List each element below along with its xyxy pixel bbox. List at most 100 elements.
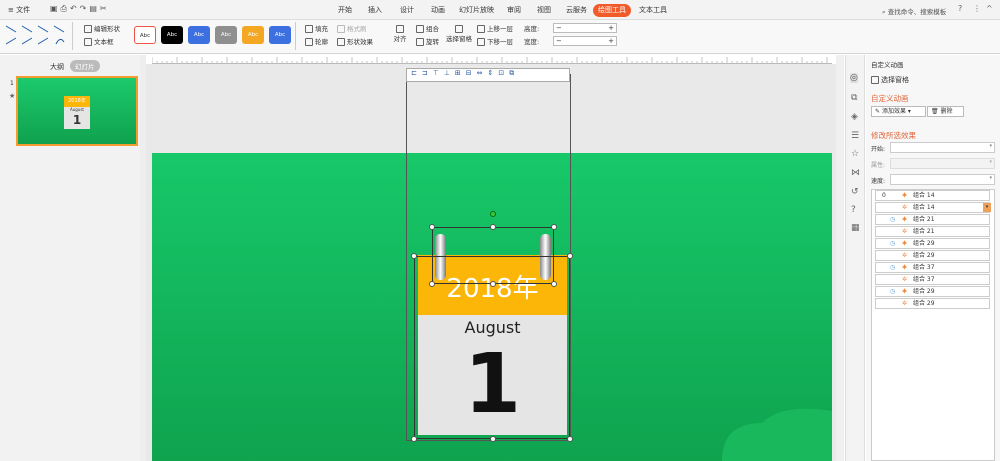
speed-select[interactable]: ▾ — [890, 174, 995, 185]
list-item[interactable]: ✲ 组合 14 ▾ — [875, 202, 991, 213]
shape-effect-label: 形状效果 — [347, 38, 373, 46]
adjust-icon[interactable]: ☰ — [851, 131, 859, 141]
start-label: 开始: — [871, 146, 886, 153]
fill-button[interactable]: 填充 — [305, 24, 328, 34]
style-preset-blue[interactable]: Abc — [188, 26, 210, 44]
file-menu[interactable]: ≡ 文件 — [8, 5, 30, 15]
tab-home[interactable]: 开始 — [333, 4, 357, 17]
tab-text-tools[interactable]: 文本工具 — [634, 4, 672, 17]
style-preset-white[interactable]: Abc — [134, 26, 156, 44]
resize-handle-ml[interactable] — [411, 253, 417, 259]
style-preset-blue-2[interactable]: Abc — [269, 26, 291, 44]
resize-handle-mr[interactable] — [567, 253, 573, 259]
rotate-handle[interactable] — [490, 211, 496, 217]
list-item[interactable]: 0 ✱ 组合 14 — [875, 190, 990, 201]
resize-handle-bottom-right[interactable] — [567, 436, 573, 442]
anim-name: 组合 37 — [913, 276, 935, 283]
list-item[interactable]: ◷ ✱ 组合 29 — [875, 286, 990, 297]
shapes-icon[interactable]: ◈ — [851, 112, 858, 122]
send-backward-button[interactable]: 下移一层 — [477, 37, 513, 47]
list-item[interactable]: ◷ ✱ 组合 37 — [875, 262, 990, 273]
width-label: 宽度: — [524, 38, 540, 46]
style-scroll[interactable] — [295, 22, 301, 50]
list-item[interactable]: ✲ 组合 21 — [875, 226, 990, 237]
height-input[interactable]: − + — [553, 23, 617, 33]
delete-effect-button[interactable]: 🗑 删除 — [927, 106, 964, 117]
resize-handle-bottom-center[interactable] — [490, 436, 496, 442]
tab-insert[interactable]: 插入 — [363, 4, 387, 17]
resize-handle-bc[interactable] — [490, 281, 496, 287]
add-effect-button[interactable]: ✎ 添加效果 ▾ — [871, 106, 926, 117]
delete-effect-label: 删除 — [940, 108, 953, 115]
style-preset-orange[interactable]: Abc — [242, 26, 264, 44]
resize-handle-tc[interactable] — [490, 224, 496, 230]
list-item[interactable]: ◷ ✱ 组合 29 — [875, 238, 990, 249]
tab-slideshow[interactable]: 幻灯片放映 — [454, 4, 499, 17]
copy-icon[interactable]: ⧉ — [851, 93, 857, 103]
collapse-icon[interactable]: ^ — [986, 4, 993, 13]
help-icon[interactable]: ? — [958, 4, 962, 13]
tab-review[interactable]: 审阅 — [502, 4, 526, 17]
tab-animation[interactable]: 动画 — [426, 4, 450, 17]
start-select[interactable]: ▾ — [890, 142, 995, 153]
list-item[interactable]: ✲ 组合 29 — [875, 298, 990, 309]
tab-design[interactable]: 设计 — [395, 4, 419, 17]
resize-handle-bottom-left[interactable] — [411, 436, 417, 442]
align-toolbar[interactable]: ⊏⊐⊤⊥⊞⊟⇔⇕⊡⧉ — [406, 68, 570, 82]
resize-handle-tr[interactable] — [551, 224, 557, 230]
anim-pane-header: 自定义动画 — [871, 61, 904, 69]
rings-selection-frame[interactable] — [432, 227, 554, 284]
more-icon[interactable]: ⋮ — [973, 4, 981, 13]
share-icon[interactable]: ⋈ — [851, 168, 860, 178]
list-item[interactable]: ✲ 组合 37 — [875, 274, 990, 285]
format-brush-button[interactable]: 格式刷 — [337, 24, 367, 34]
list-item[interactable]: ◷ ✱ 组合 21 — [875, 214, 990, 225]
group-icon — [416, 25, 424, 33]
list-item[interactable]: ✲ 组合 29 — [875, 250, 990, 261]
resize-handle-tl[interactable] — [429, 224, 435, 230]
style-preset-black[interactable]: Abc — [161, 26, 183, 44]
resize-handle-br[interactable] — [551, 281, 557, 287]
property-select[interactable]: ▾ — [890, 158, 995, 169]
history-icon[interactable]: ↺ — [851, 187, 859, 197]
slide-thumbnail[interactable]: 2018年 August 1 — [16, 76, 138, 146]
anim-select-pane[interactable]: 选择窗格 — [871, 75, 909, 85]
align-button[interactable]: 对齐 — [390, 24, 410, 44]
text-box-button[interactable]: 文本框 — [84, 37, 114, 47]
anim-name: 组合 14 — [913, 204, 935, 211]
add-effect-label: 添加效果 — [881, 108, 906, 115]
task-pane-toolbar: ◎ ⧉ ◈ ☰ ☆ ⋈ ↺ ? ▦ — [845, 55, 865, 461]
file-menu-label: 文件 — [16, 6, 31, 14]
dropdown-icon[interactable]: ▾ — [983, 203, 991, 212]
shape-effect-button[interactable]: 形状效果 — [337, 37, 373, 47]
animation-pane-icon[interactable]: ◎ — [850, 73, 858, 83]
bring-forward-button[interactable]: 上移一层 — [477, 24, 513, 34]
thumb-year: 2018年 — [64, 96, 90, 107]
fill-icon — [305, 25, 313, 33]
tab-drawing-tools[interactable]: 绘图工具 — [593, 4, 631, 17]
width-input[interactable]: − + — [553, 36, 617, 46]
effect-icon: ✲ — [902, 252, 908, 259]
resize-handle-bl[interactable] — [429, 281, 435, 287]
rotate-button[interactable]: 旋转 — [416, 37, 439, 47]
select-pane-button[interactable]: 选择窗格 — [445, 24, 473, 44]
style-preset-gray[interactable]: Abc — [215, 26, 237, 44]
tab-outline[interactable]: 大纲 — [50, 62, 64, 72]
edit-shape-button[interactable]: 编辑形状 — [84, 24, 120, 34]
quick-access-icons[interactable]: ▣⎙↶↷▤✂ — [50, 4, 110, 14]
search-box[interactable]: ⌕ 查找命令、搜索模板 — [882, 6, 946, 17]
outline-button[interactable]: 轮廓 — [305, 37, 328, 47]
canvas-scrollbar[interactable] — [836, 55, 844, 461]
tab-slides[interactable]: 幻灯片 — [70, 60, 100, 72]
apps-icon[interactable]: ▦ — [851, 223, 860, 233]
tab-view[interactable]: 视图 — [532, 4, 556, 17]
group-button[interactable]: 组合 — [416, 24, 439, 34]
effect-icon: ✱ — [902, 288, 908, 295]
align-toolbar-icons[interactable]: ⊏⊐⊤⊥⊞⊟⇔⇕⊡⧉ — [407, 69, 519, 77]
help-circle-icon[interactable]: ? — [851, 205, 856, 215]
gallery-scroll[interactable] — [72, 22, 78, 50]
shape-gallery[interactable] — [4, 22, 70, 48]
tab-cloud[interactable]: 云服务 — [561, 4, 592, 17]
favorite-icon[interactable]: ☆ — [851, 149, 859, 159]
ruler-ticks — [152, 57, 828, 63]
